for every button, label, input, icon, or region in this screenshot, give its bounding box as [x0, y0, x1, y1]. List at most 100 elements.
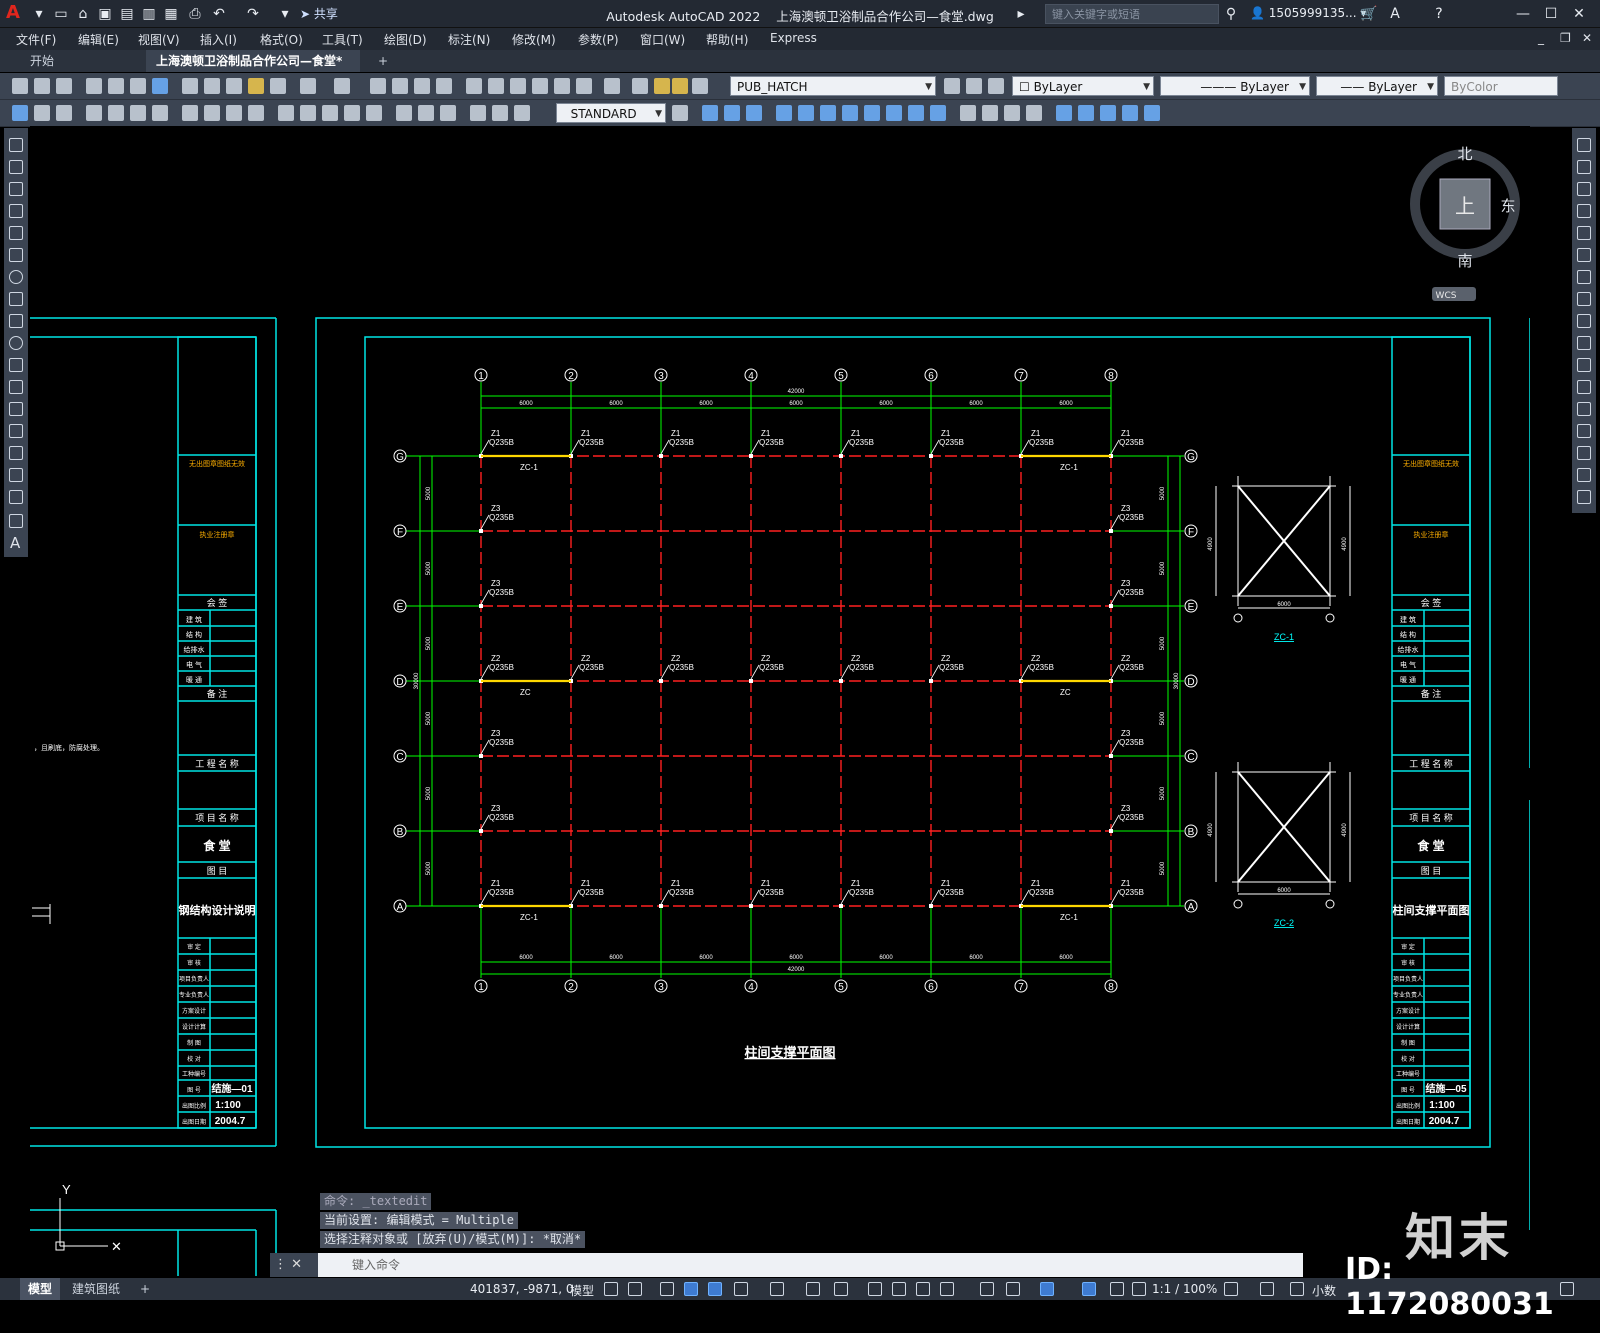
menu-view[interactable]: 视图(V)	[138, 31, 180, 48]
add-layout-button[interactable]: +	[132, 1278, 158, 1300]
view-tool-7-icon[interactable]	[1100, 105, 1116, 121]
doc-close-button[interactable]: ✕	[1582, 31, 1592, 45]
viewcube[interactable]: 上 北 南 东 西 WCS	[1393, 145, 1520, 301]
search-input[interactable]: 键入关键字或短语	[1045, 4, 1219, 24]
tab-model[interactable]: 模型	[20, 1278, 61, 1300]
menu-tools[interactable]: 工具(T)	[322, 31, 363, 48]
publish-icon[interactable]	[130, 78, 146, 94]
line-icon[interactable]	[9, 138, 23, 152]
arc-length-icon[interactable]	[86, 105, 102, 121]
dim-style-manager-icon[interactable]	[672, 105, 688, 121]
dimstyle-dropdown[interactable]: STANDARD ▼	[556, 103, 666, 123]
tab-document[interactable]: 上海澳顿卫浴制品合作公司—食堂* ✕	[146, 50, 360, 90]
chamfer-icon[interactable]	[1577, 446, 1591, 460]
undo-icon[interactable]	[300, 78, 316, 94]
modify-tool-2-icon[interactable]	[724, 105, 740, 121]
fillet-icon[interactable]	[1577, 468, 1591, 482]
annotation-scale-value[interactable]: 1:1 / 100%	[1152, 1282, 1217, 1296]
dynamic-input-icon[interactable]	[684, 1282, 698, 1296]
ortho-icon[interactable]	[708, 1282, 722, 1296]
zoom-realtime-icon[interactable]	[392, 78, 408, 94]
rectangle-icon[interactable]	[9, 226, 23, 240]
doc-minimize-button[interactable]: _	[1538, 31, 1544, 45]
tool-palettes-icon[interactable]	[510, 78, 526, 94]
menu-format[interactable]: 格式(O)	[260, 31, 303, 48]
diameter-icon[interactable]	[182, 105, 198, 121]
menu-edit[interactable]: 编辑(E)	[78, 31, 119, 48]
menu-modify[interactable]: 修改(M)	[512, 31, 556, 48]
stretch-icon[interactable]	[1577, 314, 1591, 328]
array-icon[interactable]	[1577, 226, 1591, 240]
maximize-button[interactable]: ☐	[1540, 4, 1562, 24]
dim-update-icon[interactable]	[492, 105, 508, 121]
design-center-icon[interactable]	[488, 78, 504, 94]
jogged-linear-icon[interactable]	[418, 105, 434, 121]
workspace-gear-icon[interactable]	[1224, 1282, 1238, 1296]
color-dropdown[interactable]: ☐ ByLayer ▼	[1012, 76, 1154, 96]
dim-style-icon[interactable]	[514, 105, 530, 121]
make-current-layer-icon[interactable]	[944, 78, 960, 94]
modify-tool-11-icon[interactable]	[930, 105, 946, 121]
view-tool-4-icon[interactable]	[1026, 105, 1042, 121]
dim-text-edit-icon[interactable]	[470, 105, 486, 121]
selection-cycling-icon[interactable]	[916, 1282, 930, 1296]
infer-icon[interactable]	[660, 1282, 674, 1296]
offset-icon[interactable]	[1577, 204, 1591, 218]
zoom-window-icon[interactable]	[414, 78, 430, 94]
mirror-icon[interactable]	[1577, 182, 1591, 196]
calculator-icon[interactable]	[576, 78, 592, 94]
menu-parametric[interactable]: 参数(P)	[578, 31, 619, 48]
zoom-previous-icon[interactable]	[436, 78, 452, 94]
menu-insert[interactable]: 插入(I)	[200, 31, 237, 48]
layer-properties-icon[interactable]	[632, 78, 648, 94]
angular-icon[interactable]	[204, 105, 220, 121]
minimize-button[interactable]: —	[1512, 4, 1534, 24]
view-tool-6-icon[interactable]	[1078, 105, 1094, 121]
join-icon[interactable]	[1577, 424, 1591, 438]
aligned-dim-icon[interactable]	[56, 105, 72, 121]
compass-east[interactable]: 东	[1500, 197, 1515, 215]
lineweight-icon[interactable]	[868, 1282, 882, 1296]
selection-filter-icon[interactable]	[1006, 1282, 1020, 1296]
gizmo-icon[interactable]	[1040, 1282, 1054, 1296]
plotstyle-dropdown[interactable]: ByColor	[1444, 76, 1558, 96]
layer-freeze-icon[interactable]	[672, 78, 688, 94]
new-tab-button[interactable]: +	[368, 50, 398, 72]
continue-icon[interactable]	[278, 105, 294, 121]
modify-tool-7-icon[interactable]	[842, 105, 858, 121]
circle-icon[interactable]	[9, 270, 23, 284]
hatch-icon[interactable]	[9, 446, 23, 460]
layer-on-icon[interactable]	[654, 78, 670, 94]
revision-cloud-icon[interactable]	[9, 292, 23, 306]
command-line-controls[interactable]: ⋮ ✕ 🔧	[270, 1253, 318, 1296]
transparency-icon[interactable]	[892, 1282, 906, 1296]
annotation-scale-icon[interactable]	[1132, 1282, 1146, 1296]
menu-express[interactable]: Express	[770, 31, 817, 45]
sheet-set-icon[interactable]	[532, 78, 548, 94]
menu-draw[interactable]: 绘图(D)	[384, 31, 427, 48]
view-tool-2-icon[interactable]	[982, 105, 998, 121]
help-icon[interactable]: ?	[1430, 4, 1448, 24]
expand-search-icon[interactable]: ▸	[1012, 4, 1030, 24]
3d-osnap-icon[interactable]	[940, 1282, 954, 1296]
make-block-icon[interactable]	[9, 402, 23, 416]
radius-icon[interactable]	[130, 105, 146, 121]
redo-icon[interactable]	[334, 78, 350, 94]
open-icon[interactable]	[34, 78, 50, 94]
object-snap-tracking-icon[interactable]	[806, 1282, 820, 1296]
match-properties-icon[interactable]	[248, 78, 264, 94]
modify-tool-4-icon[interactable]	[776, 105, 792, 121]
units-value[interactable]: 小数	[1312, 1282, 1336, 1299]
modify-tool-3-icon[interactable]	[746, 105, 762, 121]
linear-dim-icon[interactable]	[34, 105, 50, 121]
scale-icon[interactable]	[1577, 292, 1591, 306]
gradient-icon[interactable]	[9, 468, 23, 482]
drawing-canvas[interactable]: 无出图章图纸无效 执业注册章 会 签 建 筑 结 构 给排水 电 气 暖 通 备…	[30, 126, 1531, 1276]
region-icon[interactable]	[9, 490, 23, 504]
close-button[interactable]: ✕	[1568, 4, 1590, 24]
modify-tool-9-icon[interactable]	[886, 105, 902, 121]
baseline-icon[interactable]	[248, 105, 264, 121]
break-at-point-icon[interactable]	[1577, 380, 1591, 394]
polygon-icon[interactable]	[9, 204, 23, 218]
view-tool-5-icon[interactable]	[1056, 105, 1072, 121]
